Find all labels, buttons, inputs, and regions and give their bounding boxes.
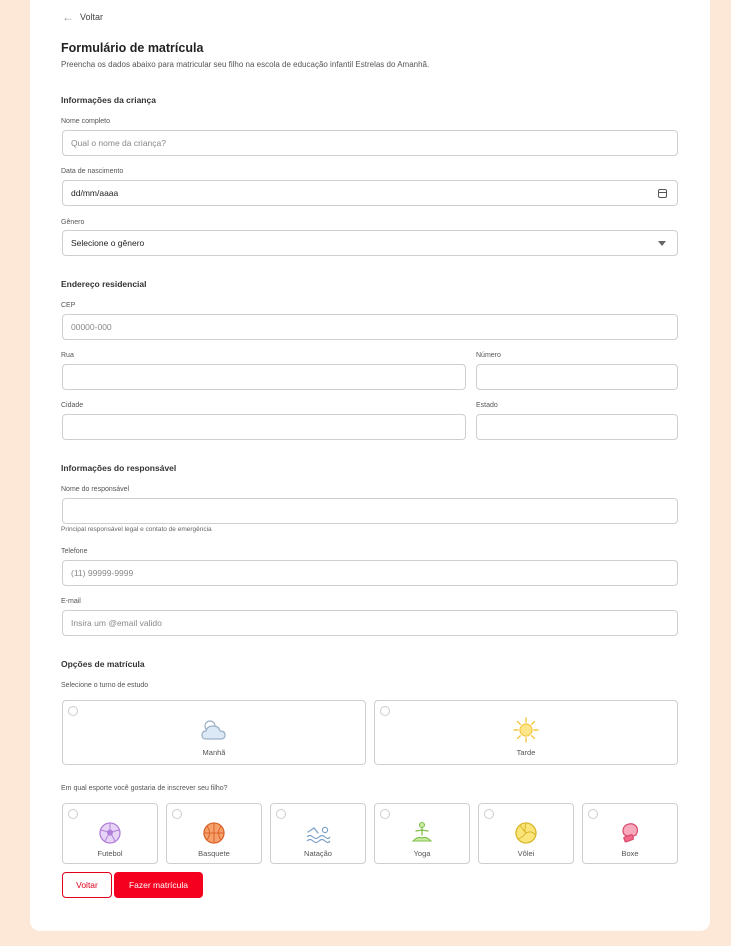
birth-date-label: Data de nascimento xyxy=(61,168,124,175)
email-label: E-mail xyxy=(61,598,81,605)
sport-option-volei-label: Vôlei xyxy=(517,849,535,858)
cep-placeholder: 00000-000 xyxy=(71,322,112,332)
sport-option-boxe-label: Boxe xyxy=(621,849,639,858)
cep-input[interactable]: 00000-000 xyxy=(62,314,678,340)
back-button[interactable]: Voltar xyxy=(62,872,112,898)
child-name-placeholder: Qual o nome da criança? xyxy=(71,138,166,148)
shift-option-afternoon-label: Tarde xyxy=(516,748,536,757)
sun-icon xyxy=(513,717,539,743)
number-label: Número xyxy=(476,352,501,359)
street-label: Rua xyxy=(61,352,74,359)
sport-option-basquete[interactable]: Basquete xyxy=(166,803,262,864)
sport-option-futebol-label: Futebol xyxy=(97,849,123,858)
sport-option-boxe[interactable]: Boxe xyxy=(582,803,678,864)
sport-option-natacao-label: Natação xyxy=(304,849,332,858)
radio-button[interactable] xyxy=(380,706,390,716)
section-address-title: Endereço residencial xyxy=(61,279,147,289)
sport-option-volei[interactable]: Vôlei xyxy=(478,803,574,864)
shift-option-morning-label: Manhã xyxy=(202,748,226,757)
chevron-down-icon xyxy=(658,241,666,246)
radio-button[interactable] xyxy=(172,809,182,819)
section-enrollment-title: Opções de matrícula xyxy=(61,659,145,669)
street-input[interactable] xyxy=(62,364,466,390)
sport-option-basquete-label: Basquete xyxy=(198,849,230,858)
cloud-sun-icon xyxy=(201,720,226,740)
section-guardian-title: Informações do responsável xyxy=(61,463,177,473)
birth-date-value: dd/mm/aaaa xyxy=(71,188,119,198)
boxing-glove-icon xyxy=(622,823,639,843)
back-link[interactable]: ← Voltar xyxy=(62,10,104,24)
radio-button[interactable] xyxy=(380,809,390,819)
section-child-title: Informações da criança xyxy=(61,95,156,105)
volleyball-icon xyxy=(515,822,537,844)
cep-label: CEP xyxy=(61,302,76,309)
number-input[interactable] xyxy=(476,364,678,390)
submit-enrollment-button[interactable]: Fazer matrícula xyxy=(114,872,203,898)
swimming-icon xyxy=(306,826,331,844)
city-input[interactable] xyxy=(62,414,466,440)
sport-option-natacao[interactable]: Natação xyxy=(270,803,366,864)
state-label: Estado xyxy=(476,402,498,409)
child-name-input[interactable]: Qual o nome da criança? xyxy=(62,130,678,156)
gender-select[interactable]: Selecione o gênero xyxy=(62,230,678,256)
phone-label: Telefone xyxy=(61,548,88,555)
basketball-icon xyxy=(203,822,225,844)
page-title: Formulário de matrícula xyxy=(61,41,204,55)
form-card: ← Voltar Formulário de matrícula Preench… xyxy=(30,0,710,931)
page-subtitle: Preencha os dados abaixo para matricular… xyxy=(61,60,430,69)
radio-button[interactable] xyxy=(68,809,78,819)
sport-option-futebol[interactable]: Futebol xyxy=(62,803,158,864)
radio-button[interactable] xyxy=(276,809,286,819)
gender-select-value: Selecione o gênero xyxy=(71,238,145,248)
phone-placeholder: (11) 99999-9999 xyxy=(71,568,134,578)
shift-label: Selecione o turno de estudo xyxy=(61,682,149,689)
state-input[interactable] xyxy=(476,414,678,440)
city-label: Cidade xyxy=(61,402,84,409)
birth-date-input[interactable]: dd/mm/aaaa xyxy=(62,180,678,206)
calendar-icon[interactable] xyxy=(658,189,667,198)
email-placeholder: Insira um @email valido xyxy=(71,618,162,628)
shift-option-afternoon[interactable]: Tarde xyxy=(374,700,678,765)
arrow-left-icon: ← xyxy=(62,10,74,24)
sport-option-yoga[interactable]: Yoga xyxy=(374,803,470,864)
sport-option-yoga-label: Yoga xyxy=(413,849,431,858)
guardian-name-help: Principal responsável legal e contato de… xyxy=(61,526,212,533)
phone-input[interactable]: (11) 99999-9999 xyxy=(62,560,678,586)
shift-option-morning[interactable]: Manhã xyxy=(62,700,366,765)
gender-label: Gênero xyxy=(61,219,85,226)
radio-button[interactable] xyxy=(484,809,494,819)
radio-button[interactable] xyxy=(68,706,78,716)
child-name-label: Nome completo xyxy=(61,118,111,125)
back-link-label: Voltar xyxy=(80,12,104,22)
email-input[interactable]: Insira um @email valido xyxy=(62,610,678,636)
soccer-ball-icon xyxy=(99,822,121,844)
radio-button[interactable] xyxy=(588,809,598,819)
guardian-name-input[interactable] xyxy=(62,498,678,524)
sport-label: Em qual esporte você gostaria de inscrev… xyxy=(61,785,228,792)
guardian-name-label: Nome do responsável xyxy=(61,486,130,493)
yoga-icon xyxy=(411,821,433,842)
